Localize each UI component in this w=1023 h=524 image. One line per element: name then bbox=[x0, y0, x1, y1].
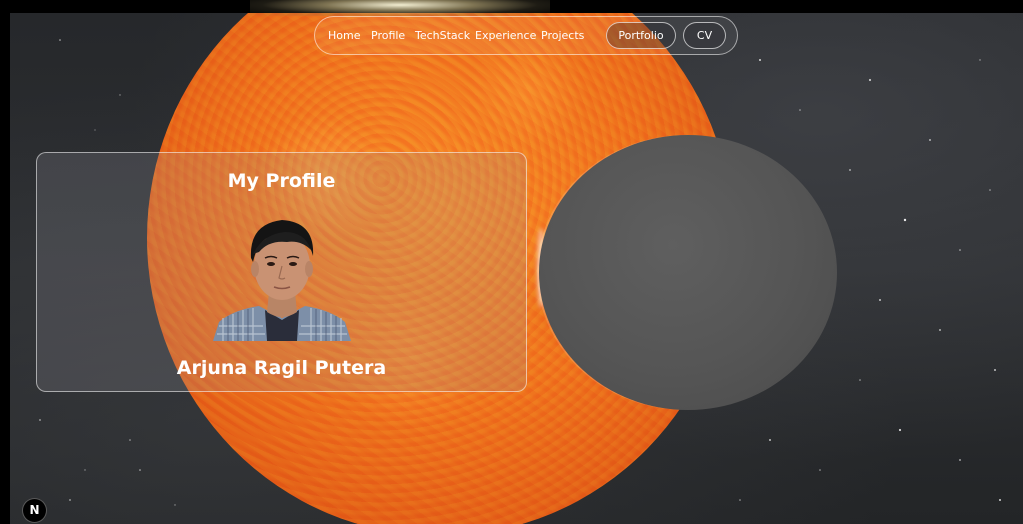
profile-photo-illustration bbox=[213, 220, 351, 341]
profile-card-title: My Profile bbox=[227, 170, 336, 192]
grey-planet bbox=[539, 135, 837, 410]
profile-photo bbox=[213, 214, 351, 341]
portfolio-button[interactable]: Portfolio bbox=[606, 22, 676, 49]
nav-link-techstack[interactable]: TechStack bbox=[415, 29, 470, 43]
profile-card: My Profile Arjuna Ragil Putera bbox=[36, 152, 527, 392]
top-light-glow bbox=[250, 0, 550, 16]
nextjs-badge-icon[interactable]: N bbox=[22, 498, 47, 523]
left-edge bbox=[0, 0, 10, 524]
nav-link-home[interactable]: Home bbox=[328, 29, 360, 43]
nav-link-experience[interactable]: Experience bbox=[475, 29, 536, 43]
space-scene: Home Profile TechStack Experience Projec… bbox=[0, 0, 1023, 524]
navbar: Home Profile TechStack Experience Projec… bbox=[314, 16, 738, 55]
nav-link-projects[interactable]: Projects bbox=[541, 29, 584, 43]
cv-button[interactable]: CV bbox=[683, 22, 726, 49]
nav-link-profile[interactable]: Profile bbox=[371, 29, 405, 43]
profile-name: Arjuna Ragil Putera bbox=[176, 357, 387, 379]
